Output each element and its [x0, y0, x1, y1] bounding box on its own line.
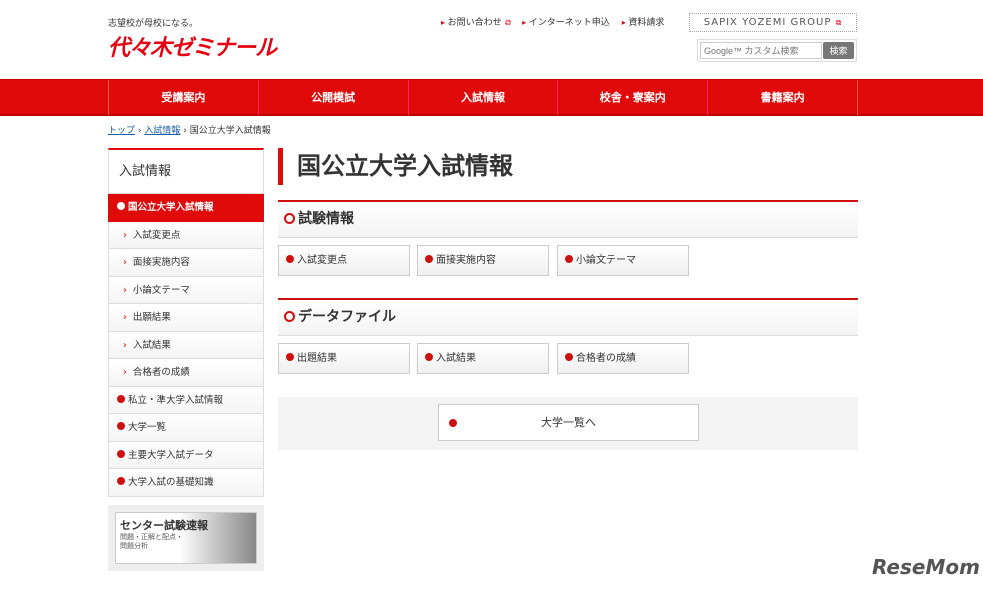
sidebar-subitem[interactable]: 出願結果	[108, 304, 264, 332]
bullet-icon	[117, 202, 125, 210]
page-title: 国公立大学入試情報	[278, 148, 513, 185]
internet-apply-link[interactable]: インターネット申込	[522, 15, 610, 28]
exam-results-button[interactable]: 入試結果	[417, 343, 549, 374]
resemom-watermark: ReseMom	[872, 555, 980, 579]
external-link-icon: ⧉	[835, 18, 843, 27]
banner-sub: 問題分析	[120, 542, 148, 550]
logo[interactable]: 代々木ゼミナール	[108, 30, 277, 62]
center-exam-banner[interactable]: センター試験速報 問題・正解と配点・ 問題分析	[108, 505, 264, 571]
sidebar-subitem[interactable]: 面接実施内容	[108, 249, 264, 277]
contact-link[interactable]: お問い合わせ ⧉	[441, 15, 511, 28]
section-data-file: データファイル	[278, 298, 858, 336]
bullet-icon	[449, 419, 457, 427]
external-link-icon: ⧉	[504, 18, 511, 27]
nav-exam-info[interactable]: 入試情報	[407, 80, 558, 115]
essay-theme-button[interactable]: 小論文テーマ	[557, 245, 689, 276]
sidebar: 入試情報 国公立大学入試情報 入試変更点 面接実施内容 小論文テーマ 出願結果 …	[108, 148, 264, 497]
bullet-icon	[565, 353, 573, 361]
search-input[interactable]	[700, 42, 822, 59]
bullet-icon	[565, 255, 573, 263]
application-results-button[interactable]: 出題結果	[278, 343, 410, 374]
passer-scores-button[interactable]: 合格者の成績	[557, 343, 689, 374]
sidebar-heading: 入試情報	[108, 148, 264, 194]
nav-books[interactable]: 書籍案内	[707, 80, 858, 115]
tagline: 志望校が母校になる。	[108, 19, 199, 29]
bullet-icon	[425, 353, 433, 361]
ring-icon	[284, 311, 295, 322]
nav-courses[interactable]: 受講案内	[108, 80, 258, 115]
sidebar-item-data[interactable]: 主要大学入試データ	[108, 441, 264, 469]
sidebar-subitem[interactable]: 小論文テーマ	[108, 276, 264, 304]
interview-button[interactable]: 面接実施内容	[417, 245, 549, 276]
main-nav: 受講案内 公開模試 入試情報 校舎・寮案内 書籍案内	[0, 79, 983, 116]
sidebar-item-basics[interactable]: 大学入試の基礎知識	[108, 469, 264, 497]
bullet-icon	[117, 449, 125, 458]
banner-title: センター試験速報	[120, 519, 208, 532]
sidebar-subitem[interactable]: 入試変更点	[108, 221, 264, 249]
bullet-icon	[117, 477, 125, 485]
breadcrumb-top[interactable]: トップ	[108, 126, 135, 136]
search-box: 検索	[697, 39, 857, 62]
sapix-group-link[interactable]: SAPIX YOZEMI GROUP ⧉	[689, 13, 857, 32]
breadcrumb: トップ › 入試情報 › 国公立大学入試情報	[108, 126, 271, 136]
breadcrumb-current: 国公立大学入試情報	[189, 126, 271, 136]
sidebar-subitem[interactable]: 合格者の成績	[108, 359, 264, 387]
banner-sub: 問題・正解と配点・	[120, 533, 183, 541]
bullet-icon	[117, 394, 125, 403]
sidebar-item-private[interactable]: 私立・準大学入試情報	[108, 386, 264, 414]
bullet-icon	[286, 353, 294, 361]
ring-icon	[284, 213, 295, 224]
exam-changes-button[interactable]: 入試変更点	[278, 245, 410, 276]
nav-campus[interactable]: 校舎・寮案内	[557, 80, 707, 115]
sidebar-item-university-list[interactable]: 大学一覧	[108, 414, 264, 442]
university-list-box: 大学一覧へ	[278, 397, 858, 450]
brochure-link[interactable]: 資料請求	[622, 15, 664, 28]
bullet-icon	[425, 255, 433, 263]
university-list-button[interactable]: 大学一覧へ	[438, 404, 699, 441]
nav-mock-exams[interactable]: 公開模試	[257, 80, 408, 115]
sidebar-item-national[interactable]: 国公立大学入試情報	[108, 194, 264, 222]
breadcrumb-section[interactable]: 入試情報	[144, 126, 180, 136]
bullet-icon	[117, 422, 125, 430]
top-links: お問い合わせ ⧉ インターネット申込 資料請求	[441, 15, 665, 28]
group-label: SAPIX YOZEMI GROUP	[703, 17, 832, 28]
search-button[interactable]: 検索	[823, 42, 854, 59]
sidebar-subitem[interactable]: 入試結果	[108, 331, 264, 359]
bullet-icon	[286, 255, 294, 263]
section-exam-info: 試験情報	[278, 200, 858, 238]
